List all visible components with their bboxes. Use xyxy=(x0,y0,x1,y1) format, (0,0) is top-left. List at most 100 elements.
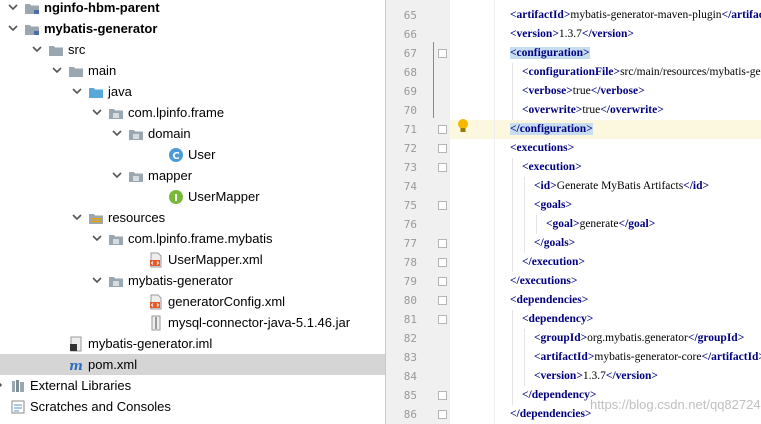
tree-row[interactable]: java xyxy=(0,81,385,102)
fold-marker-icon[interactable] xyxy=(438,49,447,58)
fold-marker-icon[interactable] xyxy=(438,258,447,267)
tree-row[interactable]: Scratches and Consoles xyxy=(0,396,385,417)
fold-marker-icon[interactable] xyxy=(438,201,447,210)
code-line[interactable]: <dependency> xyxy=(450,310,761,329)
chevron-right-icon[interactable] xyxy=(0,378,6,392)
code-line[interactable]: <dependencies> xyxy=(450,291,761,310)
fold-marker-icon[interactable] xyxy=(438,391,447,400)
tree-row[interactable]: generatorConfig.xml xyxy=(0,291,385,312)
tree-item-label: mybatis-generator.iml xyxy=(88,336,213,351)
code-line[interactable]: <configuration> xyxy=(450,44,761,63)
code-line[interactable]: <groupId>org.mybatis.generator</groupId> xyxy=(450,329,761,348)
tree-row[interactable]: mybatis-generator xyxy=(0,270,385,291)
chevron-down-icon[interactable] xyxy=(70,210,84,224)
xml-tag: <goal> xyxy=(546,218,580,230)
indent-guide xyxy=(512,348,513,367)
line-number: 78 xyxy=(403,256,417,269)
resources-folder-icon xyxy=(88,210,104,226)
fold-marker-icon[interactable] xyxy=(438,277,447,286)
chevron-down-icon[interactable] xyxy=(110,168,124,182)
xml-text: Generate MyBatis Artifacts xyxy=(556,180,684,192)
lightbulb-icon[interactable] xyxy=(456,118,470,134)
xml-file-icon xyxy=(148,294,164,310)
tree-row[interactable]: mapper xyxy=(0,165,385,186)
fold-marker-icon[interactable] xyxy=(438,144,447,153)
fold-marker-icon[interactable] xyxy=(438,410,447,419)
code-editor[interactable]: 65 66 67 68 69 70 71 72 73 74 75 76 77 78 79 80 81 82 83 84… xyxy=(386,0,761,424)
chevron-down-icon[interactable] xyxy=(70,84,84,98)
indent-guide xyxy=(512,329,513,348)
code-line[interactable]: <overwrite>true</overwrite> xyxy=(450,101,761,120)
xml-text: src/main/resources/mybatis-generator/gen… xyxy=(620,66,761,78)
code-line[interactable]: <goal>generate</goal> xyxy=(450,215,761,234)
indent-guide xyxy=(512,196,513,215)
fold-marker-icon[interactable] xyxy=(438,239,447,248)
chevron-down-icon[interactable] xyxy=(110,126,124,140)
tree-row[interactable]: src xyxy=(0,39,385,60)
chevron-down-icon[interactable] xyxy=(90,273,104,287)
code-line[interactable]: </executions> xyxy=(450,272,761,291)
fold-marker-icon[interactable] xyxy=(438,125,447,134)
line-number: 65 xyxy=(403,9,417,22)
xml-tag: </groupId> xyxy=(687,332,745,344)
code-line[interactable]: <configurationFile>src/main/resources/my… xyxy=(450,63,761,82)
fold-marker-icon[interactable] xyxy=(438,163,447,172)
xml-tag: </configuration> xyxy=(510,123,593,135)
tree-row[interactable]: mysql-connector-java-5.1.46.jar xyxy=(0,312,385,333)
xml-text: true xyxy=(572,85,591,97)
code-line[interactable]: <goals> xyxy=(450,196,761,215)
code-line[interactable]: <verbose>true</verbose> xyxy=(450,82,761,101)
indent-guide xyxy=(536,215,537,234)
tree-item-label: UserMapper xyxy=(188,189,260,204)
tree-row[interactable]: m pom.xml xyxy=(0,354,385,375)
xml-tag: </execution> xyxy=(522,256,585,268)
tree-row[interactable]: UserMapper.xml xyxy=(0,249,385,270)
fold-marker-icon[interactable] xyxy=(438,296,447,305)
code-line[interactable]: <execution> xyxy=(450,158,761,177)
code-line[interactable]: <version>1.3.7</version> xyxy=(450,25,761,44)
indent-guide xyxy=(524,329,525,348)
xml-tag: <configurationFile> xyxy=(522,66,621,78)
code-line[interactable]: </goals> xyxy=(450,234,761,253)
xml-tag: <goals> xyxy=(534,199,573,211)
tree-row[interactable]: External Libraries xyxy=(0,375,385,396)
tree-row[interactable]: C User xyxy=(0,144,385,165)
class-icon: C xyxy=(168,147,184,163)
code-line[interactable]: <executions> xyxy=(450,139,761,158)
code-line[interactable]: <artifactId>mybatis-generator-core</arti… xyxy=(450,348,761,367)
tree-item-label: User xyxy=(188,147,216,162)
indent-guide xyxy=(512,386,513,405)
code-line[interactable]: </execution> xyxy=(450,253,761,272)
chevron-down-icon[interactable] xyxy=(90,231,104,245)
chevron-down-icon[interactable] xyxy=(90,105,104,119)
module-folder-icon xyxy=(24,0,40,16)
code-line[interactable]: <id>Generate MyBatis Artifacts</id> xyxy=(450,177,761,196)
project-tree-panel[interactable]: nginfo-hbm-parent mybatis-generator src mai… xyxy=(0,0,385,424)
line-number: 85 xyxy=(403,389,417,402)
tree-row[interactable]: mybatis-generator xyxy=(0,18,385,39)
interface-icon: I xyxy=(168,189,184,205)
indent-guide xyxy=(512,101,513,120)
code-line[interactable]: <version>1.3.7</version> xyxy=(450,367,761,386)
xml-tag: <artifactId> xyxy=(510,9,571,21)
xml-tag: </version> xyxy=(605,370,658,382)
fold-marker-icon[interactable] xyxy=(438,315,447,324)
indent-guide xyxy=(524,177,525,196)
chevron-down-icon[interactable] xyxy=(30,42,44,56)
code-line[interactable]: <artifactId>mybatis-generator-maven-plug… xyxy=(450,6,761,25)
line-number: 71 xyxy=(403,123,417,136)
tree-row[interactable]: resources xyxy=(0,207,385,228)
xml-tag: <id> xyxy=(534,180,557,192)
tree-row[interactable]: main xyxy=(0,60,385,81)
chevron-down-icon[interactable] xyxy=(6,0,20,14)
indent-guide xyxy=(524,348,525,367)
code-line[interactable]: </configuration> xyxy=(450,120,761,139)
tree-row[interactable]: domain xyxy=(0,123,385,144)
chevron-down-icon[interactable] xyxy=(50,63,64,77)
tree-row[interactable]: I UserMapper xyxy=(0,186,385,207)
tree-row[interactable]: mybatis-generator.iml xyxy=(0,333,385,354)
chevron-down-icon[interactable] xyxy=(6,21,20,35)
tree-row[interactable]: nginfo-hbm-parent xyxy=(0,0,385,18)
tree-row[interactable]: com.lpinfo.frame xyxy=(0,102,385,123)
tree-row[interactable]: com.lpinfo.frame.mybatis xyxy=(0,228,385,249)
